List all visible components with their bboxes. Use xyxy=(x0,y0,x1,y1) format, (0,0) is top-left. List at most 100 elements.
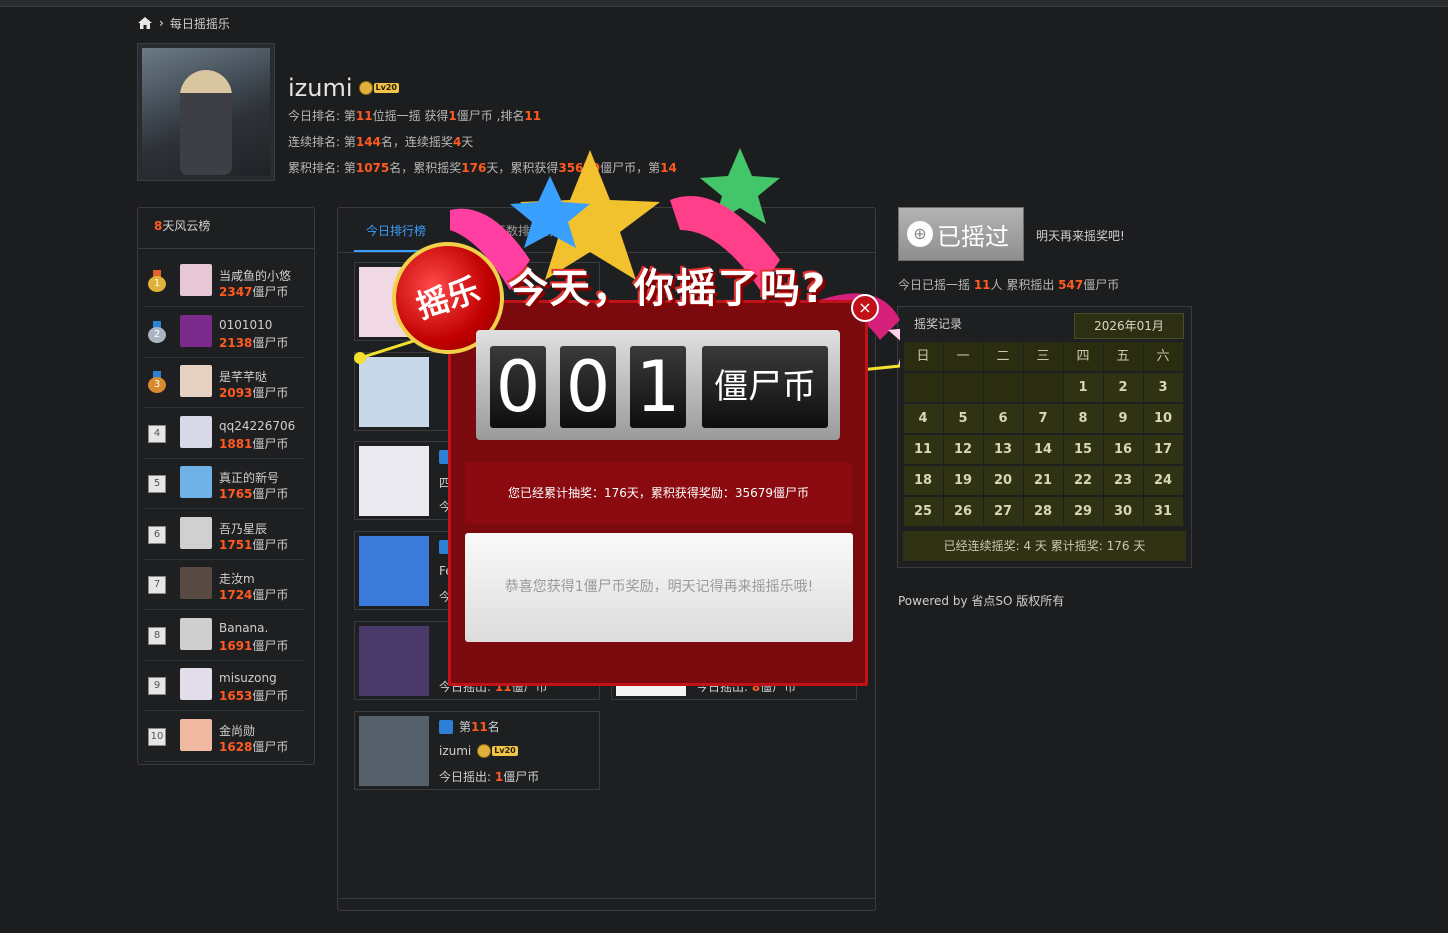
calendar-day[interactable]: 10 xyxy=(1143,404,1183,433)
leaderboard-row[interactable]: 9 misuzong 1653僵尸币 xyxy=(144,662,304,711)
leaderboard-row[interactable]: 8 Banana. 1691僵尸币 xyxy=(144,612,304,661)
breadcrumb-separator-icon: › xyxy=(159,16,164,30)
today-stats: 今日已摇一摇 11人 累积摇出 547僵尸币 xyxy=(898,278,1120,292)
leaderboard-row[interactable]: 10 金尚勋 1628僵尸币 xyxy=(144,713,304,762)
leaderboard-row[interactable]: 5 真正的新号 1765僵尸币 xyxy=(144,460,304,509)
leaderboard-coins: 2138僵尸币 xyxy=(219,335,289,350)
calendar-day[interactable]: 15 xyxy=(1063,435,1103,464)
avatar[interactable] xyxy=(180,668,212,700)
calendar-day[interactable]: 13 xyxy=(983,435,1023,464)
calendar-day[interactable]: 24 xyxy=(1143,466,1183,495)
calendar-day[interactable]: 28 xyxy=(1023,497,1063,526)
leaderboard-username[interactable]: 是芊芊哒 xyxy=(219,368,267,385)
calendar-day[interactable]: 25 xyxy=(903,497,943,526)
close-popup-button[interactable]: × xyxy=(851,294,879,322)
calendar-day[interactable]: 4 xyxy=(903,404,943,433)
calendar-day[interactable]: 29 xyxy=(1063,497,1103,526)
popup-total-summary: 您已经累计抽奖：176天，累积获得奖励：35679僵尸币 xyxy=(465,462,852,524)
calendar-day[interactable]: 27 xyxy=(983,497,1023,526)
avatar[interactable] xyxy=(180,516,212,549)
avatar[interactable] xyxy=(180,617,212,650)
avatar[interactable] xyxy=(359,536,429,606)
already-shaken-button[interactable]: ⊕ 已摇过 xyxy=(898,207,1024,261)
calendar-day[interactable]: 12 xyxy=(943,435,983,464)
leaderboard-username[interactable]: qq24226706 xyxy=(219,419,295,433)
calendar-day[interactable]: 23 xyxy=(1103,466,1143,495)
leaderboard-username[interactable]: Banana. xyxy=(219,621,268,635)
calendar-day[interactable]: 21 xyxy=(1023,466,1063,495)
counter-unit: 僵尸币 xyxy=(702,346,828,428)
calendar-day[interactable]: 11 xyxy=(903,435,943,464)
calendar-day[interactable]: 20 xyxy=(983,466,1023,495)
calendar-day[interactable]: 5 xyxy=(943,404,983,433)
calendar-day[interactable]: 1 xyxy=(1063,373,1103,402)
weekday-header: 四 xyxy=(1063,342,1103,371)
leaderboard-row[interactable]: 7 走汝m 1724僵尸币 xyxy=(144,561,304,610)
calendar-day[interactable]: 17 xyxy=(1143,435,1183,464)
avatar[interactable] xyxy=(359,626,429,696)
leaderboard-username[interactable]: misuzong xyxy=(219,671,277,685)
avatar[interactable] xyxy=(180,264,212,296)
today-rank-line: 今日排名: 第11位摇一摇 获得1僵尸币 ,排名11 xyxy=(288,109,542,123)
calendar-day[interactable]: 22 xyxy=(1063,466,1103,495)
calendar-day[interactable]: 7 xyxy=(1023,404,1063,433)
rank-number: 5 xyxy=(148,475,166,493)
card-username[interactable]: izumi Lv20 xyxy=(439,744,518,758)
leaderboard-coins: 1751僵尸币 xyxy=(219,537,289,552)
weekday-header: 五 xyxy=(1103,342,1143,371)
leaderboard-row[interactable]: 3 是芊芊哒 2093僵尸币 xyxy=(144,359,304,408)
ranking-card[interactable]: 第11名 izumi Lv20 今日摇出: 1僵尸币 xyxy=(354,711,600,790)
profile-username: izumi xyxy=(288,74,353,102)
avatar[interactable] xyxy=(359,446,429,516)
home-icon[interactable] xyxy=(137,16,153,30)
calendar-day[interactable]: 18 xyxy=(903,466,943,495)
leaderboard-username[interactable]: 0101010 xyxy=(219,318,272,332)
gift-icon: ⊕ xyxy=(907,221,933,247)
leaderboard-row[interactable]: 1 当咸鱼的小悠 2347僵尸币 xyxy=(144,258,304,307)
leaderboard-panel: 8天风云榜 1 当咸鱼的小悠 2347僵尸币 2 0101010 2138僵尸币 3… xyxy=(137,207,315,765)
weekday-header: 三 xyxy=(1023,342,1063,371)
weekday-header: 日 xyxy=(903,342,943,371)
calendar-day[interactable]: 14 xyxy=(1023,435,1063,464)
calendar-day[interactable]: 19 xyxy=(943,466,983,495)
avatar[interactable] xyxy=(180,365,212,397)
leaderboard-username[interactable]: 吾乃星辰 xyxy=(219,520,267,537)
calendar-empty-cell xyxy=(983,373,1023,402)
calendar-title: 摇奖记录 xyxy=(914,317,963,331)
silver-medal-icon: 2 xyxy=(148,320,166,343)
breadcrumb-current: 每日摇摇乐 xyxy=(169,16,230,31)
leaderboard-username[interactable]: 金尚勋 xyxy=(219,722,255,739)
leaderboard-username[interactable]: 真正的新号 xyxy=(219,469,279,486)
rank-number: 10 xyxy=(148,727,166,746)
leaderboard-coins: 1653僵尸币 xyxy=(219,689,289,703)
leaderboard-row[interactable]: 2 0101010 2138僵尸币 xyxy=(144,309,304,358)
rank-number: 6 xyxy=(148,525,166,544)
leaderboard-username[interactable]: 走汝m xyxy=(219,570,255,587)
leaderboard-row[interactable]: 6 吾乃星辰 1751僵尸币 xyxy=(144,511,304,560)
avatar[interactable] xyxy=(359,716,429,786)
calendar-day[interactable]: 8 xyxy=(1063,404,1103,433)
calendar-day[interactable]: 9 xyxy=(1103,404,1143,433)
calendar-day[interactable]: 6 xyxy=(983,404,1023,433)
avatar[interactable] xyxy=(180,567,212,599)
bronze-medal-icon: 3 xyxy=(148,371,166,393)
leaderboard-row[interactable]: 4 qq24226706 1881僵尸币 xyxy=(144,410,304,459)
leaderboard-coins: 2347僵尸币 xyxy=(219,285,289,299)
shake-calendar: 摇奖记录 2026年01月 日一二三四五六 1 2 3 4 5 6 7 8 9 10 11 12 13 14… xyxy=(897,306,1192,568)
leaderboard-username[interactable]: 当咸鱼的小悠 xyxy=(219,267,291,284)
calendar-day[interactable]: 3 xyxy=(1143,373,1183,402)
calendar-day[interactable]: 26 xyxy=(943,497,983,526)
avatar[interactable] xyxy=(180,415,212,448)
calendar-empty-cell xyxy=(943,373,983,402)
calendar-day[interactable]: 2 xyxy=(1103,373,1143,402)
avatar[interactable] xyxy=(180,466,212,498)
calendar-day[interactable]: 30 xyxy=(1103,497,1143,526)
gold-medal-icon: 1 xyxy=(148,270,166,292)
calendar-month[interactable]: 2026年01月 xyxy=(1074,313,1184,339)
avatar[interactable] xyxy=(180,718,212,751)
user-avatar xyxy=(137,43,275,181)
calendar-day[interactable]: 31 xyxy=(1143,497,1183,526)
leaderboard-coins: 1628僵尸币 xyxy=(219,739,289,754)
calendar-day[interactable]: 16 xyxy=(1103,435,1143,464)
avatar[interactable] xyxy=(180,314,212,347)
